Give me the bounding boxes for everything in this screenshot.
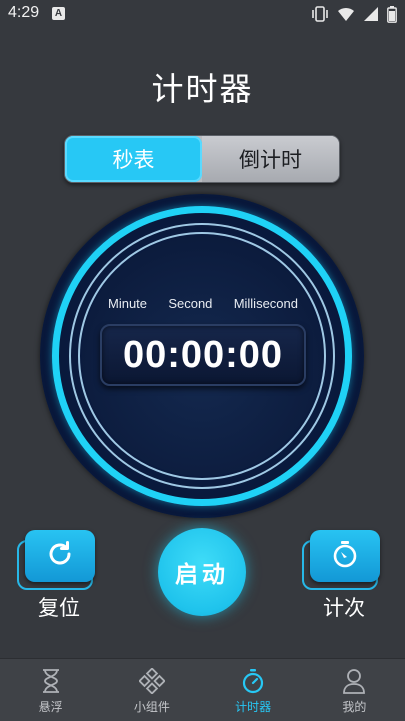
nav-item-mine[interactable]: 我的 [304,659,405,721]
nav-item-float[interactable]: 悬浮 [0,659,101,721]
stopwatch-icon [330,539,360,573]
refresh-icon [45,539,75,573]
lap-label: 计次 [323,596,365,620]
stopwatch-icon [241,667,265,695]
tab-countdown[interactable]: 倒计时 [202,136,339,182]
page-title: 计时器 [151,70,254,108]
status-bar: 4:29 A [0,0,405,28]
reset-label: 复位 [38,596,80,620]
hourglass-icon [40,667,62,695]
mode-tabs: 秒表 倒计时 [64,135,340,183]
lap-button-face[interactable] [310,530,380,582]
status-icons [311,5,397,23]
widget-icon [138,667,165,695]
nav-label-widget: 小组件 [133,700,170,714]
start-button[interactable]: 启动 [158,528,246,616]
tab-stopwatch[interactable]: 秒表 [65,136,202,182]
battery-icon [387,5,397,23]
reset-button[interactable] [17,530,95,590]
nav-label-float: 悬浮 [38,700,63,714]
lap-button[interactable] [302,530,380,590]
minute-label: Minute [108,296,148,311]
millisecond-label: Millisecond [233,296,298,311]
start-label: 启动 [175,562,229,588]
wifi-icon [337,6,355,22]
status-time: 4:29 [8,4,40,21]
reset-button-face[interactable] [25,530,95,582]
nav-label-mine: 我的 [342,700,367,714]
bottom-nav: 悬浮 小组件 计时器 我的 [0,658,405,721]
nav-label-timer: 计时器 [235,700,272,714]
time-display: 00:00:00 [100,324,306,386]
vibrate-icon [311,6,329,22]
person-icon [342,667,366,695]
nav-item-timer[interactable]: 计时器 [203,659,304,721]
time-unit-labels: Minute Second Millisecond [108,296,298,311]
elapsed-time: 00:00:00 [122,333,284,376]
signal-icon [363,6,379,22]
notification-badge: A [52,7,65,20]
nav-item-widget[interactable]: 小组件 [101,659,202,721]
second-label: Second [168,296,213,311]
